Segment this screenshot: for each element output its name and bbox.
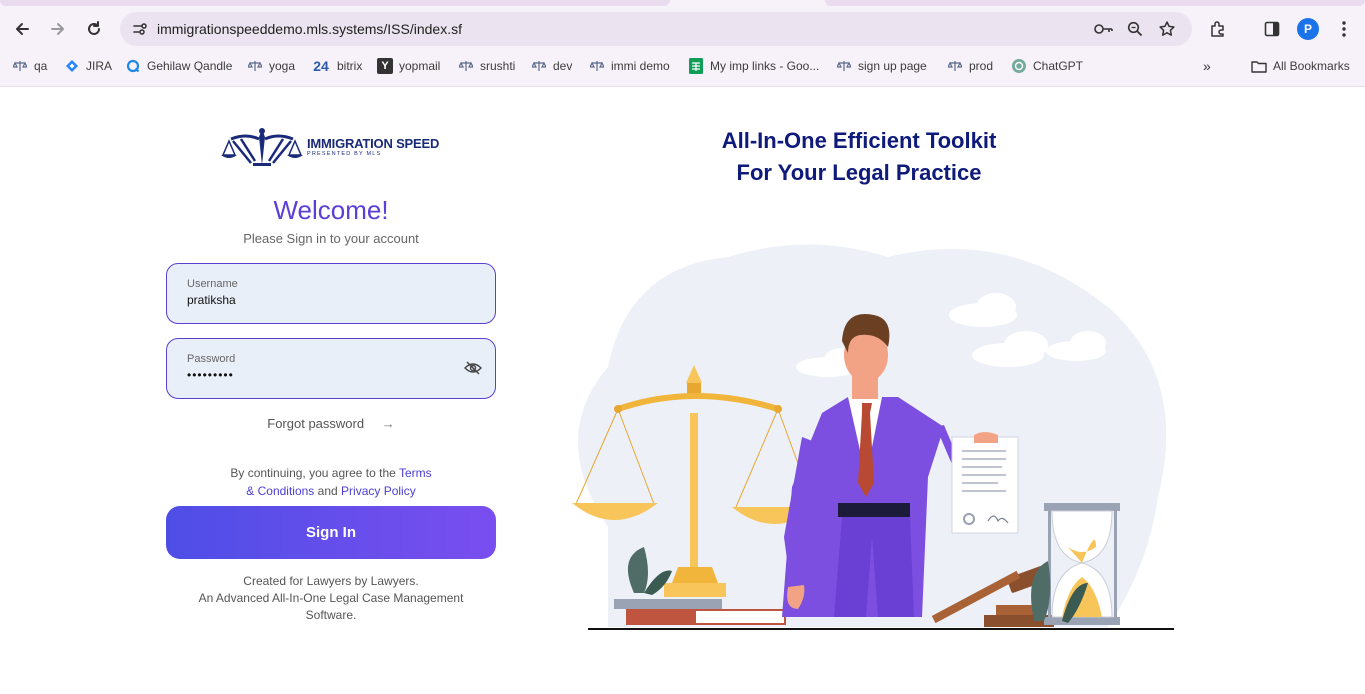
chatgpt-icon xyxy=(1011,58,1027,74)
footer-line-3: Software. xyxy=(305,608,357,622)
bitrix-icon: 24 xyxy=(313,58,329,74)
username-input[interactable] xyxy=(187,293,447,307)
terms-and: and xyxy=(317,484,338,498)
site-info-icon[interactable] xyxy=(128,17,152,41)
menu-kebab-icon[interactable] xyxy=(1330,15,1358,43)
bookmark-chatgpt[interactable]: ChatGPT xyxy=(1011,56,1083,76)
bookmark-star-icon[interactable] xyxy=(1155,17,1179,41)
bookmark-qa[interactable]: qa xyxy=(12,56,47,76)
bookmark-bitrix[interactable]: 24 bitrix xyxy=(311,56,362,76)
username-label: Username xyxy=(187,278,238,290)
logo-brand-text: IMMIGRATION SPEED xyxy=(307,136,440,151)
privacy-policy-link[interactable]: Privacy Policy xyxy=(341,484,416,498)
bookmark-sign-up-page[interactable]: sign up page xyxy=(836,56,927,76)
scales-icon xyxy=(947,58,963,74)
all-bookmarks-label: All Bookmarks xyxy=(1273,59,1350,73)
hero-headline-line-2: For Your Legal Practice xyxy=(736,160,982,185)
footer-line-1: Created for Lawyers by Lawyers. xyxy=(243,574,419,588)
profile-avatar[interactable]: P xyxy=(1297,18,1319,40)
password-key-icon[interactable] xyxy=(1092,17,1116,41)
all-bookmarks-folder[interactable]: All Bookmarks xyxy=(1251,56,1350,76)
double-chevron-icon: » xyxy=(1203,58,1211,74)
bookmark-my-imp-links[interactable]: My imp links - Goo... xyxy=(688,56,819,76)
bookmark-yopmail[interactable]: Y yopmail xyxy=(377,56,440,76)
bookmark-yoga[interactable]: yoga xyxy=(247,56,295,76)
bookmark-srushti[interactable]: srushti xyxy=(458,56,515,76)
footer-tagline: Created for Lawyers by Lawyers. An Advan… xyxy=(166,573,496,624)
bookmarks-bar: qa JIRA Gehilaw Qandle yoga 24 bitrix Y … xyxy=(0,53,1365,79)
hero-headline: All-In-One Efficient Toolkit For Your Le… xyxy=(640,125,1078,189)
hero-headline-line-1: All-In-One Efficient Toolkit xyxy=(721,128,997,153)
forward-arrow-icon xyxy=(51,23,64,35)
forgot-password-text: Forgot password xyxy=(267,416,365,431)
bookmark-gehilaw-qandle[interactable]: Gehilaw Qandle xyxy=(125,56,232,76)
navigation-bar: immigrationspeeddemo.mls.systems/ISS/ind… xyxy=(0,6,1365,52)
folder-icon xyxy=(1251,58,1267,74)
scales-icon xyxy=(12,58,28,74)
scales-icon xyxy=(589,58,605,74)
forgot-password-link[interactable]: Forgot password → xyxy=(166,416,496,431)
sheets-icon xyxy=(688,58,704,74)
login-page: IMMIGRATION SPEED PRESENTED BY MLS Welco… xyxy=(0,87,1365,694)
logo-sub-text: PRESENTED BY MLS xyxy=(307,151,382,157)
username-field[interactable]: Username xyxy=(166,263,496,324)
password-label: Password xyxy=(187,353,236,365)
conditions-link[interactable]: & Conditions xyxy=(246,484,314,498)
bookmark-label: JIRA xyxy=(86,59,113,73)
eye-slash-icon[interactable] xyxy=(464,360,484,378)
bookmark-label: srushti xyxy=(480,59,516,73)
arrow-right-icon: → xyxy=(381,416,395,431)
bookmark-label: Gehilaw Qandle xyxy=(147,59,233,73)
bookmark-label: My imp links - Goo... xyxy=(710,59,820,73)
bookmark-label: bitrix xyxy=(337,59,363,73)
scales-eagle-icon xyxy=(221,128,303,166)
terms-prefix: By continuing, you agree to the xyxy=(230,466,396,480)
bookmark-prod[interactable]: prod xyxy=(947,56,993,76)
forward-button[interactable] xyxy=(44,15,72,43)
terms-link[interactable]: Terms xyxy=(399,466,432,480)
bookmark-dev[interactable]: dev xyxy=(531,56,572,76)
zoom-icon[interactable] xyxy=(1123,17,1147,41)
footer-line-2: An Advanced All-In-One Legal Case Manage… xyxy=(198,591,464,605)
qandle-icon xyxy=(125,58,141,74)
sign-in-button[interactable]: Sign In xyxy=(166,506,496,559)
jira-icon xyxy=(64,58,80,74)
back-button[interactable] xyxy=(8,15,36,43)
reload-icon xyxy=(88,21,100,35)
immigration-speed-logo: IMMIGRATION SPEED PRESENTED BY MLS xyxy=(221,127,441,167)
browser-chrome: immigrationspeeddemo.mls.systems/ISS/ind… xyxy=(0,0,1365,87)
bookmark-label: dev xyxy=(553,59,573,73)
yopmail-icon: Y xyxy=(377,58,393,74)
bookmark-label: immi demo xyxy=(611,59,670,73)
side-panel-icon[interactable] xyxy=(1258,15,1286,43)
extensions-icon[interactable] xyxy=(1204,15,1232,43)
signin-subtitle: Please Sign in to your account xyxy=(243,231,419,246)
scales-icon xyxy=(458,58,474,74)
scales-icon xyxy=(531,58,547,74)
bookmark-label: ChatGPT xyxy=(1033,59,1084,73)
password-input[interactable] xyxy=(187,368,447,382)
address-bar[interactable]: immigrationspeeddemo.mls.systems/ISS/ind… xyxy=(120,12,1192,46)
more-bookmarks-button[interactable]: » xyxy=(1203,56,1211,76)
back-arrow-icon xyxy=(16,23,29,35)
bookmark-jira[interactable]: JIRA xyxy=(64,56,112,76)
bookmark-immi-demo[interactable]: immi demo xyxy=(589,56,670,76)
bookmark-label: sign up page xyxy=(858,59,927,73)
url-text[interactable]: immigrationspeeddemo.mls.systems/ISS/ind… xyxy=(157,21,462,37)
welcome-heading: Welcome! xyxy=(273,195,389,225)
password-field[interactable]: Password xyxy=(166,338,496,399)
terms-notice: By continuing, you agree to the Terms & … xyxy=(166,464,496,500)
bookmark-label: yopmail xyxy=(399,59,441,73)
bookmark-label: yoga xyxy=(269,59,296,73)
reload-button[interactable] xyxy=(80,15,108,43)
scales-icon xyxy=(247,58,263,74)
bookmark-label: prod xyxy=(969,59,994,73)
lawyer-illustration xyxy=(572,244,1174,630)
scales-icon xyxy=(836,58,852,74)
bookmark-label: qa xyxy=(34,59,48,73)
